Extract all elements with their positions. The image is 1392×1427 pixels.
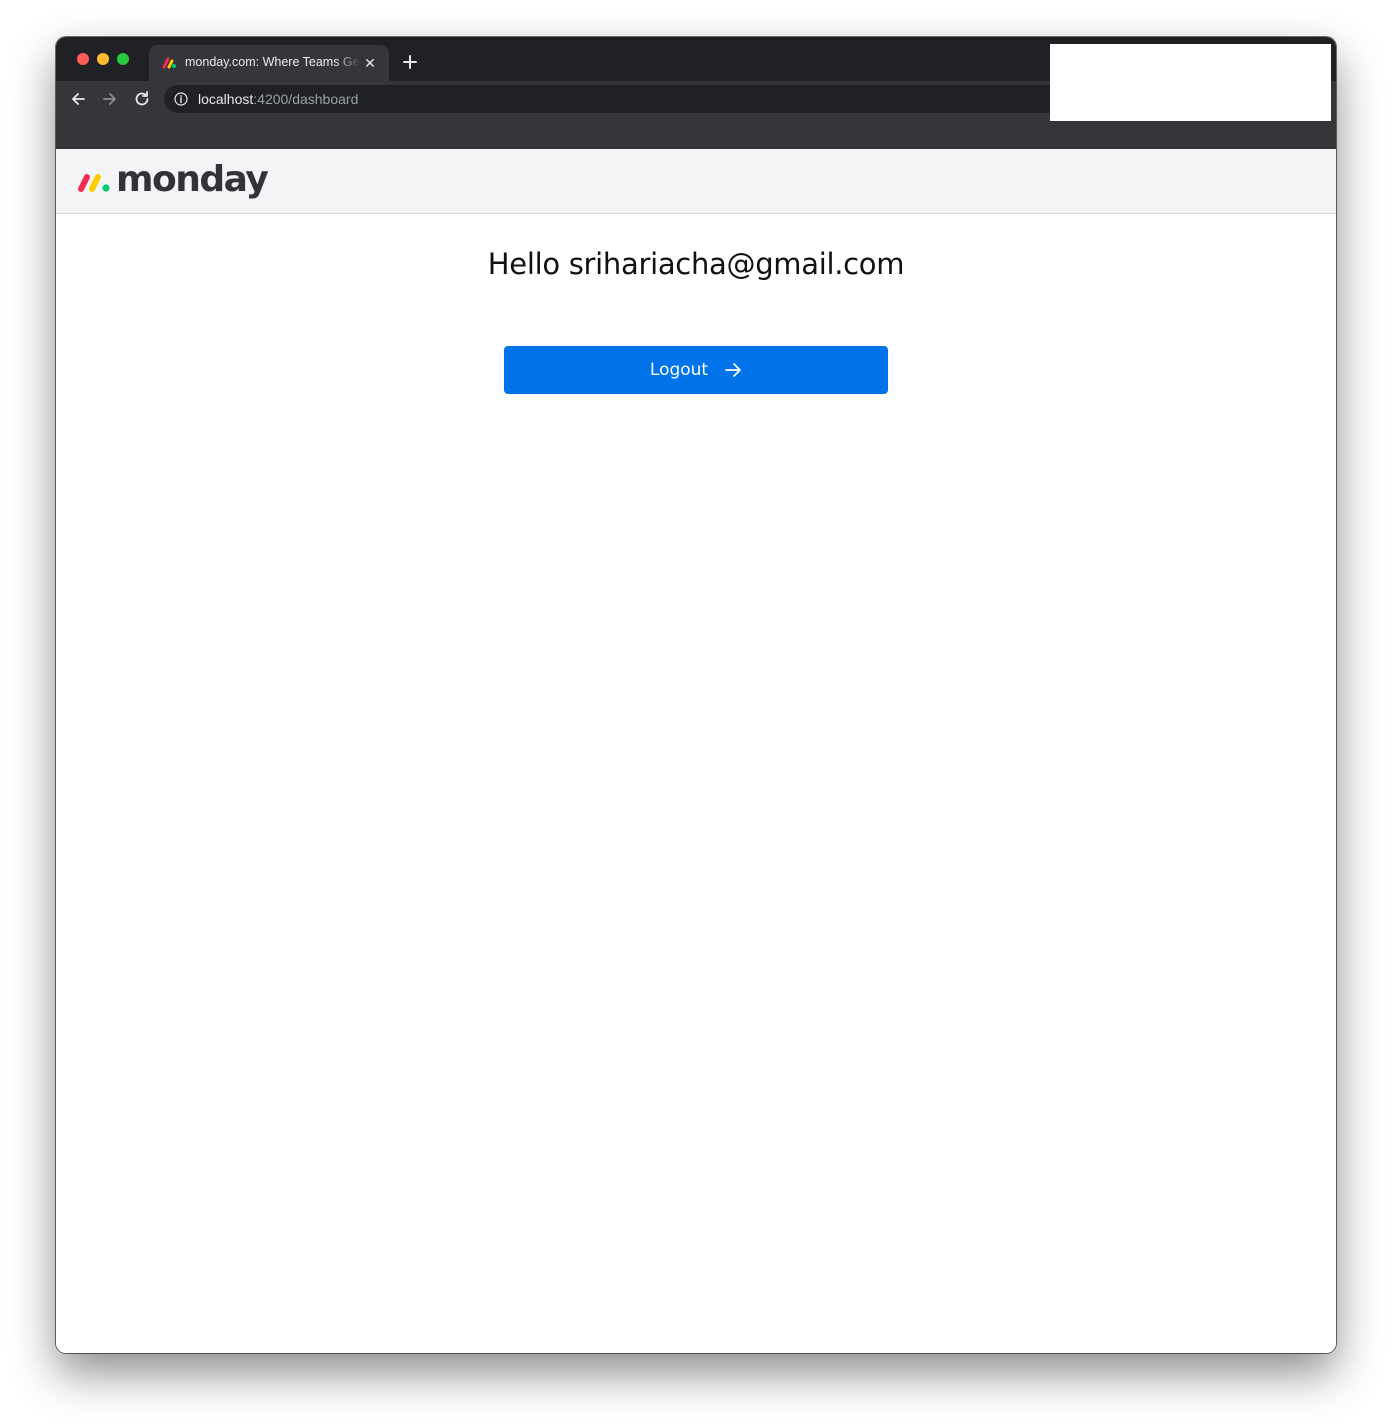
- url-host: localhost: [198, 91, 254, 107]
- url-path: :4200/dashboard: [253, 91, 359, 107]
- minimize-window-button[interactable]: [97, 53, 109, 65]
- page-content: monday Hello srihariacha@gmail.com Logou…: [56, 149, 1336, 1353]
- url-text[interactable]: localhost:4200/dashboard: [198, 91, 358, 107]
- address-bar[interactable]: localhost:4200/dashboard: [164, 85, 1064, 113]
- info-icon[interactable]: [174, 92, 188, 106]
- arrow-right-icon: [725, 363, 741, 377]
- monday-logo-icon[interactable]: [76, 169, 112, 195]
- close-window-button[interactable]: [77, 53, 89, 65]
- plus-icon[interactable]: [401, 53, 419, 71]
- browser-window: monday.com: Where Teams Get Work Done ✕ …: [56, 37, 1336, 1353]
- tab-close-button[interactable]: ✕: [363, 56, 377, 70]
- browser-tab[interactable]: monday.com: Where Teams Get Work Done ✕: [149, 45, 389, 81]
- logout-label: Logout: [649, 360, 709, 380]
- reload-icon[interactable]: [132, 89, 152, 109]
- forward-arrow-icon[interactable]: [100, 89, 120, 109]
- logout-button[interactable]: Logout: [504, 346, 888, 394]
- redacted-area: [1050, 44, 1331, 121]
- maximize-window-button[interactable]: [117, 53, 129, 65]
- bookmarks-bar: [56, 117, 1336, 149]
- brand-name[interactable]: monday: [116, 158, 269, 202]
- tab-title: monday.com: Where Teams Get Work Done: [185, 55, 361, 69]
- monday-favicon-icon: [162, 57, 176, 69]
- greeting-heading: Hello srihariacha@gmail.com: [487, 247, 905, 281]
- back-arrow-icon[interactable]: [68, 89, 88, 109]
- app-header: monday: [56, 149, 1336, 214]
